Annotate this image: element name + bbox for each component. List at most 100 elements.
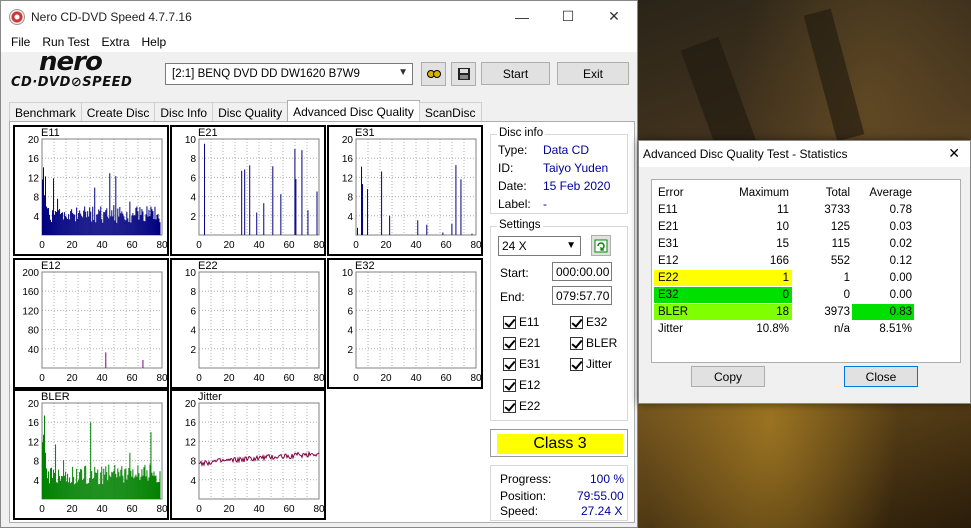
cell-average: 0.83 — [889, 306, 912, 318]
check-e31[interactable]: E31 — [503, 357, 540, 371]
cell-average: 0.00 — [889, 272, 912, 284]
check-bler[interactable]: BLER — [570, 336, 617, 350]
data-bar — [155, 475, 157, 499]
minimize-button[interactable]: — — [499, 1, 545, 32]
chart-e12: 200 160 120 80 40 0 20 40 60 80 — [22, 268, 168, 384]
cell-maximum: 0 — [782, 289, 789, 301]
data-bar — [66, 481, 68, 499]
data-bar — [145, 476, 147, 499]
tab-disc-quality[interactable]: Disc Quality — [212, 102, 289, 122]
data-bar — [97, 214, 99, 235]
data-bar — [154, 206, 156, 235]
settings-title: Settings — [497, 219, 543, 231]
data-bar — [316, 191, 318, 235]
check-label: E12 — [519, 378, 541, 392]
copy-button[interactable]: Copy — [691, 366, 765, 387]
data-bar — [89, 477, 91, 499]
save-button[interactable] — [451, 62, 476, 86]
speed-label: Speed: — [500, 504, 539, 518]
data-bar — [102, 222, 104, 235]
data-bar — [109, 173, 111, 235]
maximize-button[interactable]: ☐ — [545, 1, 591, 32]
data-bar — [76, 468, 78, 499]
x-tick-label: 20 — [223, 240, 235, 251]
tab-benchmark[interactable]: Benchmark — [9, 102, 82, 122]
graph-title: BLER — [41, 391, 70, 403]
data-bar — [93, 477, 95, 499]
x-tick-label: 80 — [313, 240, 325, 251]
x-tick-label: 20 — [223, 373, 235, 384]
y-tick-label: 160 — [22, 287, 39, 298]
data-bar — [84, 206, 86, 235]
progress-value: 100 % — [590, 472, 625, 486]
data-bar — [263, 203, 265, 235]
data-bar — [249, 165, 251, 235]
drive-select[interactable]: [2:1] BENQ DVD DD DW1620 B7W9 ▼ — [165, 63, 413, 85]
drive-info-button[interactable] — [421, 62, 446, 86]
x-tick-label: 80 — [156, 240, 168, 251]
checkbox-icon — [503, 399, 516, 413]
data-bar — [105, 466, 107, 499]
data-bar — [127, 218, 129, 235]
exit-button[interactable]: Exit — [557, 62, 629, 85]
x-tick-label: 40 — [253, 373, 265, 384]
close-button[interactable]: ✕ — [591, 1, 637, 32]
tab-disc-info[interactable]: Disc Info — [154, 102, 214, 122]
position-label: Position: — [500, 489, 547, 503]
y-tick-label: 16 — [185, 418, 197, 429]
x-tick-label: 0 — [39, 373, 45, 384]
data-bar — [107, 480, 109, 499]
speed-select[interactable]: 24 X ▼ — [498, 236, 581, 256]
close-icon[interactable]: ✕ — [948, 145, 960, 162]
data-bar — [68, 482, 70, 499]
data-bar — [73, 214, 75, 235]
end-label: End: — [500, 290, 525, 304]
cell-total: 3733 — [824, 204, 850, 216]
data-bar — [101, 467, 103, 499]
data-bar — [92, 478, 94, 499]
chevron-down-icon: ▼ — [398, 67, 408, 78]
refresh-speed-button[interactable] — [591, 235, 611, 256]
data-bar — [153, 471, 155, 499]
chart-e22: 1086420 20 40 60 80 — [185, 268, 325, 384]
data-bar — [67, 218, 69, 235]
close-dialog-button[interactable]: Close — [844, 366, 918, 387]
check-e32[interactable]: E32 — [570, 315, 607, 329]
start-button[interactable]: Start — [481, 62, 550, 85]
data-bar — [96, 472, 98, 499]
check-label: Jitter — [586, 357, 613, 371]
start-time-input[interactable]: 000:00.00 — [552, 262, 612, 281]
check-jitter[interactable]: Jitter — [570, 357, 612, 371]
data-bar — [119, 207, 121, 235]
data-bar — [63, 219, 65, 235]
check-e12[interactable]: E12 — [503, 378, 540, 392]
x-tick-label: 80 — [470, 240, 482, 251]
data-bar — [113, 205, 115, 235]
data-bar — [154, 476, 156, 499]
data-bar — [455, 165, 457, 235]
data-bar — [89, 207, 91, 235]
tab-scandisc[interactable]: ScanDisc — [418, 102, 482, 122]
tab-create-disc[interactable]: Create Disc — [80, 102, 156, 122]
data-bar — [46, 206, 48, 235]
y-tick-label: 20 — [28, 399, 40, 410]
y-tick-label: 20 — [28, 135, 40, 146]
data-bar — [91, 471, 93, 499]
statistics-title: Advanced Disc Quality Test - Statistics — [643, 147, 848, 161]
menu-help[interactable]: Help — [136, 35, 173, 49]
data-bar — [91, 221, 93, 235]
data-bar — [381, 171, 383, 235]
data-bar — [56, 211, 58, 235]
check-e22[interactable]: E22 — [503, 399, 540, 413]
table-row: E11 11 3733 0.78 — [652, 202, 962, 219]
menu-file[interactable]: File — [5, 35, 36, 49]
data-bar — [50, 219, 52, 235]
x-tick-label: 20 — [380, 373, 392, 384]
graph-title: E12 — [41, 260, 61, 272]
check-e11[interactable]: E11 — [503, 315, 539, 329]
end-time-input[interactable]: 079:57.70 — [552, 286, 612, 305]
tab-advanced-disc-quality[interactable]: Advanced Disc Quality — [287, 100, 420, 122]
data-bar — [53, 469, 55, 499]
disc-date-label: Date: — [498, 179, 527, 193]
check-e21[interactable]: E21 — [503, 336, 540, 350]
